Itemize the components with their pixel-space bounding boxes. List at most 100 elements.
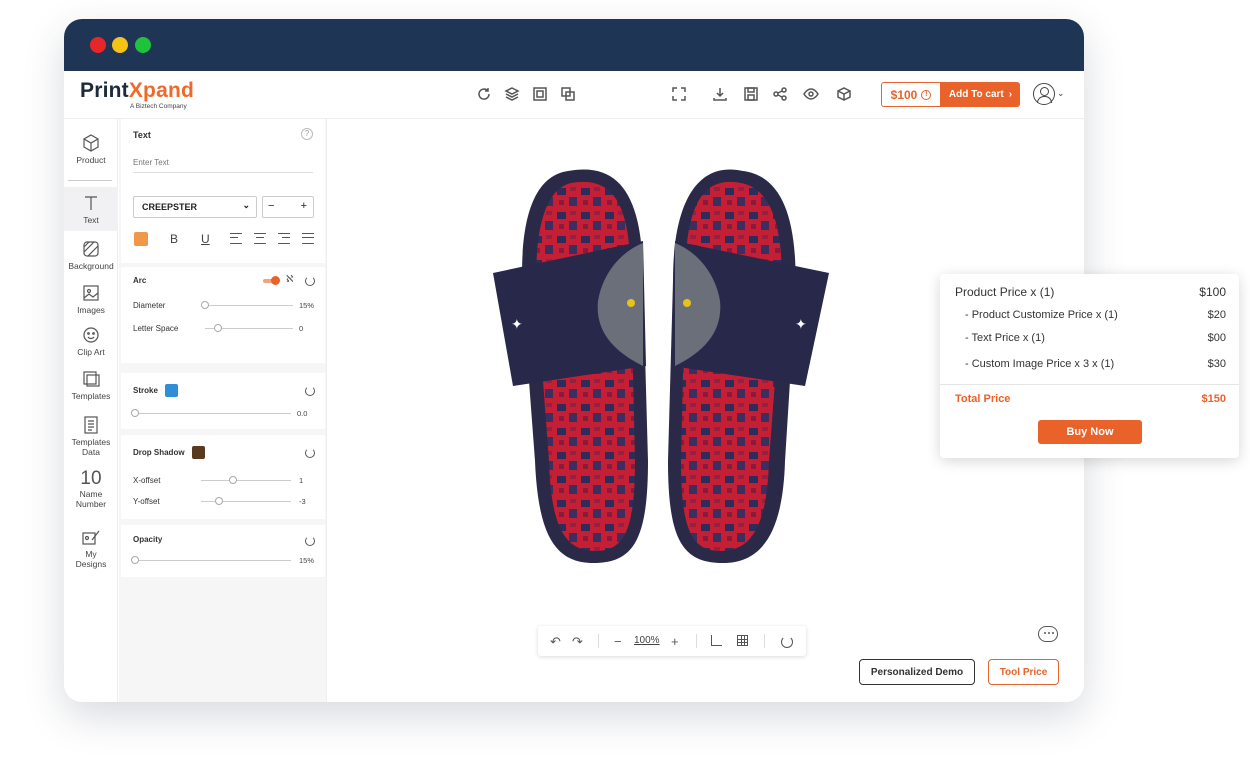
left-sidebar: Product Text Background Images Clip Art … bbox=[64, 119, 118, 702]
reset-view-icon[interactable] bbox=[781, 636, 793, 648]
refresh-icon[interactable] bbox=[475, 85, 493, 103]
help-icon[interactable]: ? bbox=[301, 128, 313, 140]
stroke-reset-icon[interactable] bbox=[305, 386, 315, 396]
chevron-down-icon[interactable]: ⌄ bbox=[1057, 88, 1065, 99]
sidebar-divider bbox=[68, 180, 112, 181]
text-price-amount: $00 bbox=[1207, 332, 1226, 344]
maximize-window-dot[interactable] bbox=[135, 37, 151, 53]
y-offset-slider-knob[interactable] bbox=[215, 497, 223, 505]
svg-text:✦: ✦ bbox=[511, 317, 523, 333]
diameter-label: Diameter bbox=[133, 301, 166, 310]
stroke-slider-knob[interactable] bbox=[131, 409, 139, 417]
arc-direction-icon[interactable]: ℵ bbox=[286, 274, 293, 285]
letter-space-label: Letter Space bbox=[133, 324, 179, 333]
sidebar-item-name-number[interactable]: 10 Name Number bbox=[64, 469, 118, 515]
text-input[interactable] bbox=[133, 153, 313, 173]
layers-icon[interactable] bbox=[503, 85, 521, 103]
stroke-slider[interactable] bbox=[131, 409, 291, 417]
cube-icon bbox=[81, 133, 101, 153]
undo-button[interactable]: ↶ bbox=[550, 634, 561, 650]
personalized-demo-button[interactable]: Personalized Demo bbox=[859, 659, 975, 685]
redo-button[interactable]: ↷ bbox=[572, 634, 583, 650]
sidebar-item-templates[interactable]: Templates bbox=[64, 369, 118, 409]
zoom-out-button[interactable]: − bbox=[614, 634, 622, 649]
app-window: PrintXpand A Biztech Company $100! Add T… bbox=[64, 19, 1084, 702]
ruler-icon[interactable] bbox=[711, 635, 722, 646]
price-button[interactable]: $100! bbox=[881, 82, 941, 107]
zoom-level[interactable]: 100% bbox=[634, 635, 660, 646]
sidebar-item-label: Templates bbox=[71, 391, 111, 401]
x-offset-slider[interactable] bbox=[201, 476, 291, 484]
zoom-toolbar: ↶ ↷ − 100% + bbox=[538, 626, 806, 656]
name-number-icon: 10 bbox=[80, 468, 102, 489]
grid-icon[interactable] bbox=[737, 635, 748, 646]
arc-label: Arc bbox=[133, 276, 147, 285]
x-offset-slider-knob[interactable] bbox=[228, 476, 237, 484]
duplicate-icon[interactable] bbox=[559, 85, 577, 103]
align-left-icon[interactable] bbox=[230, 233, 242, 244]
sidebar-item-text[interactable]: Text bbox=[64, 187, 118, 231]
add-to-cart-button[interactable]: Add To cart › bbox=[941, 82, 1020, 107]
share-icon[interactable] bbox=[771, 85, 789, 103]
stroke-value: 0.0 bbox=[297, 409, 308, 418]
product-slides-image[interactable]: ✦ ✦ bbox=[483, 161, 903, 581]
templates-icon bbox=[81, 369, 101, 389]
y-offset-slider[interactable] bbox=[201, 497, 291, 505]
opacity-reset-icon[interactable] bbox=[305, 536, 315, 546]
y-offset-label: Y-offset bbox=[133, 497, 160, 506]
align-center-icon[interactable] bbox=[254, 233, 266, 244]
y-offset-value: -3 bbox=[299, 497, 306, 506]
template-data-icon bbox=[81, 415, 101, 435]
align-right-icon[interactable] bbox=[278, 233, 290, 244]
stroke-label: Stroke bbox=[133, 386, 158, 395]
brand-logo[interactable]: PrintXpand A Biztech Company bbox=[80, 79, 194, 110]
text-color-swatch[interactable] bbox=[134, 232, 148, 246]
3d-view-icon[interactable] bbox=[835, 85, 853, 103]
diameter-slider-knob[interactable] bbox=[201, 301, 209, 309]
fullscreen-icon[interactable] bbox=[670, 85, 688, 103]
drop-shadow-label: Drop Shadow bbox=[133, 448, 185, 457]
resize-icon[interactable] bbox=[531, 85, 549, 103]
bold-button[interactable]: B bbox=[170, 232, 178, 246]
stroke-color-swatch[interactable] bbox=[165, 384, 178, 397]
underline-button[interactable]: U bbox=[201, 232, 210, 246]
sidebar-item-templates-data[interactable]: Templates Data bbox=[64, 415, 118, 461]
sidebar-item-product[interactable]: Product bbox=[64, 133, 118, 173]
align-justify-icon[interactable] bbox=[302, 233, 314, 244]
letter-space-slider-knob[interactable] bbox=[214, 324, 223, 332]
font-select[interactable]: CREEPSTER ⌄ bbox=[133, 196, 257, 218]
drop-shadow-reset-icon[interactable] bbox=[305, 448, 315, 458]
user-avatar-icon[interactable] bbox=[1033, 83, 1055, 105]
preview-icon[interactable] bbox=[802, 85, 820, 103]
close-window-dot[interactable] bbox=[90, 37, 106, 53]
minimize-window-dot[interactable] bbox=[112, 37, 128, 53]
shadow-color-swatch[interactable] bbox=[192, 446, 205, 459]
opacity-value: 15% bbox=[299, 556, 315, 565]
zoom-in-button[interactable]: + bbox=[671, 634, 679, 649]
drop-shadow-card: Drop Shadow X-offset 1 Y-offset -3 bbox=[121, 435, 325, 519]
save-icon[interactable] bbox=[742, 85, 760, 103]
chat-icon[interactable] bbox=[1038, 626, 1058, 642]
sidebar-item-label: Text bbox=[83, 215, 99, 225]
brand-name-part1: Print bbox=[80, 79, 129, 102]
opacity-slider-knob[interactable] bbox=[131, 556, 139, 564]
letter-space-slider[interactable] bbox=[205, 324, 293, 332]
arc-reset-icon[interactable] bbox=[305, 276, 315, 286]
sidebar-item-clip-art[interactable]: Clip Art bbox=[64, 325, 118, 365]
decrease-size-button[interactable]: − bbox=[268, 200, 274, 212]
download-icon[interactable] bbox=[711, 85, 729, 103]
sidebar-item-label: Name Number bbox=[75, 489, 107, 509]
text-price-label: - Text Price x (1) bbox=[965, 332, 1045, 344]
tool-price-button[interactable]: Tool Price bbox=[988, 659, 1059, 685]
sidebar-item-images[interactable]: Images bbox=[64, 283, 118, 323]
font-size-stepper[interactable]: − + bbox=[262, 196, 314, 218]
sidebar-item-my-designs[interactable]: My Designs bbox=[64, 527, 118, 573]
sidebar-item-label: Images bbox=[77, 305, 105, 315]
diameter-slider[interactable] bbox=[201, 301, 293, 309]
arc-toggle[interactable] bbox=[263, 276, 280, 285]
sidebar-item-background[interactable]: Background bbox=[64, 239, 118, 279]
increase-size-button[interactable]: + bbox=[301, 200, 307, 212]
zoom-divider bbox=[598, 634, 599, 648]
buy-now-button[interactable]: Buy Now bbox=[1038, 420, 1142, 444]
opacity-slider[interactable] bbox=[131, 556, 291, 564]
